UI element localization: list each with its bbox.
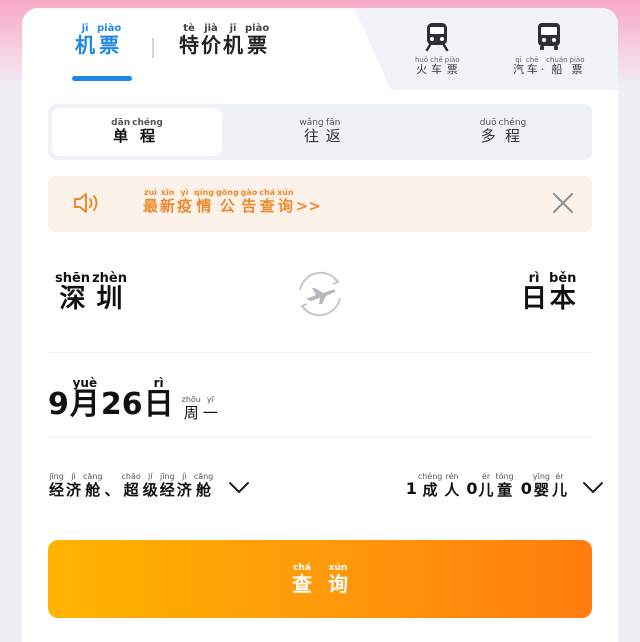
tab-train-label: 车: [430, 63, 442, 76]
weekday-char: 一: [202, 403, 218, 422]
adult-label: 成: [422, 481, 438, 499]
tab-special-label: 机: [223, 33, 243, 57]
swap-cities-button[interactable]: [292, 266, 348, 322]
date-month: 9: [48, 387, 69, 422]
tab-bus-label: ·: [540, 63, 545, 76]
arrival-city[interactable]: rì 日 běn 本: [520, 272, 577, 315]
tab-divider: [152, 38, 154, 58]
date-day-char: 日: [143, 387, 174, 422]
notice-text[interactable]: zuì 最 xīn 新 yì 疫 qíng 情 gōng 公 gào 告 chá 查 xún 询 >>: [142, 188, 322, 215]
notice-char: 疫: [177, 197, 193, 215]
date-day: 26: [100, 387, 143, 422]
arrival-city-char: 本: [549, 284, 576, 314]
divider: [48, 352, 592, 353]
trip-multi[interactable]: duō 多 chéng 程: [418, 108, 588, 156]
notice-char: 最: [143, 197, 159, 215]
cabin-char: 舱: [196, 481, 212, 499]
tab-train[interactable]: huǒ 火 chē 车 piào 票: [414, 20, 461, 77]
tab-bus-label: 车: [526, 63, 538, 76]
bus-icon: [537, 23, 560, 50]
search-button[interactable]: chá 查 xún 询: [48, 540, 592, 618]
date-month-char: 月: [69, 387, 100, 422]
trip-label: 单: [113, 127, 129, 146]
infant-label: 婴: [533, 481, 549, 499]
tab-train-label: 火: [416, 63, 428, 76]
trip-label: 往: [303, 127, 319, 146]
notice-arrow: >>: [295, 197, 321, 215]
chevron-down-icon: [583, 482, 603, 494]
child-label: 儿: [478, 481, 494, 499]
infant-label: 儿: [551, 481, 567, 499]
adult-count: 1: [405, 479, 417, 499]
search-label: 查: [292, 571, 312, 596]
cabin-class-selector[interactable]: jīng 经 jì 济 cāng 舱、 chāo 超 jí 级 jīng 经 jì 济 cāng 舱: [48, 472, 250, 499]
departure-city[interactable]: shēn 深 zhèn 圳: [54, 272, 128, 315]
tab-flight[interactable]: jī 机 piào 票: [74, 24, 122, 57]
tab-flight-label: 票: [99, 33, 120, 57]
weekday-char: 周: [183, 403, 199, 422]
plane-icon: [306, 288, 336, 304]
trip-label: 程: [139, 127, 155, 146]
train-icon: [426, 23, 449, 52]
tab-flight-label: 机: [75, 33, 95, 57]
departure-city-char: 深: [59, 284, 86, 314]
cabin-char: 舱: [85, 481, 101, 499]
tab-train-label: 票: [446, 63, 458, 76]
trip-label: 多: [480, 127, 496, 146]
search-label: 询: [328, 571, 348, 596]
weekday: zhōu 周 yī 一: [181, 395, 219, 422]
tab-bus-label: 票: [571, 63, 583, 76]
notice-char: 查: [259, 197, 275, 215]
passenger-selector[interactable]: 1 chéng 成 rén 人 0 ér 儿 tóng 童 0 yīng 婴 ér 儿: [400, 472, 604, 499]
infant-count: 0: [520, 479, 532, 499]
trip-type-selector: dān 单 chéng 程 wǎng 往 fǎn 返 duō 多 chéng 程: [48, 104, 592, 160]
cabin-char: 经: [49, 481, 65, 499]
cabin-char: 经: [159, 481, 175, 499]
trip-label: 程: [504, 127, 520, 146]
departure-city-char: 圳: [96, 284, 123, 314]
tab-bus-ship[interactable]: qì 汽 chē 车 · chuán 船 piào 票: [512, 20, 586, 77]
speaker-icon: [74, 193, 98, 213]
tab-special-label: 特: [179, 33, 199, 57]
cabin-char: 济: [66, 481, 82, 499]
adult-label: 人: [444, 481, 460, 499]
divider: [48, 436, 592, 437]
pinyin: chá: [293, 562, 311, 573]
notice-char: 询: [277, 197, 293, 215]
notice-char: 公: [219, 197, 235, 215]
arrival-city-char: 日: [521, 284, 548, 314]
transport-tabs: jī 机 piào 票 tè 特 jià 价 jī 机 piào 票 huǒ 火 chē 车 piào 票: [22, 8, 618, 90]
pinyin: xún: [328, 562, 348, 573]
cabin-char: 、: [104, 481, 120, 499]
cabin-char: 级: [142, 481, 158, 499]
notice-char: 告: [241, 197, 257, 215]
child-label: 童: [497, 481, 513, 499]
tab-special-flight[interactable]: tè 特 jià 价 jī 机 piào 票: [178, 24, 270, 57]
departure-date[interactable]: 9 yuè 月 26 rì 日 zhōu 周 yī 一: [48, 377, 219, 422]
tab-special-label: 票: [247, 33, 268, 57]
booking-card: jī 机 piào 票 tè 特 jià 价 jī 机 piào 票 huǒ 火 chē 车 piào 票: [22, 8, 618, 642]
tab-bus-label: 船: [551, 63, 563, 76]
cabin-char: 超: [123, 481, 139, 499]
notice-char: 新: [160, 197, 176, 215]
cabin-char: 济: [176, 481, 192, 499]
notice-char: 情: [196, 197, 212, 215]
trip-label: 返: [325, 127, 341, 146]
trip-one-way[interactable]: dān 单 chéng 程: [52, 108, 222, 156]
tab-bus-label: 汽: [513, 63, 524, 76]
tab-special-label: 价: [201, 33, 221, 57]
chevron-down-icon: [229, 482, 250, 494]
close-icon[interactable]: [552, 192, 574, 214]
child-count: 0: [466, 479, 478, 499]
trip-round[interactable]: wǎng 往 fǎn 返: [235, 108, 405, 156]
active-tab-indicator: [72, 76, 132, 81]
covid-notice-banner[interactable]: zuì 最 xīn 新 yì 疫 qíng 情 gōng 公 gào 告 chá 查 xún 询 >>: [48, 176, 592, 232]
